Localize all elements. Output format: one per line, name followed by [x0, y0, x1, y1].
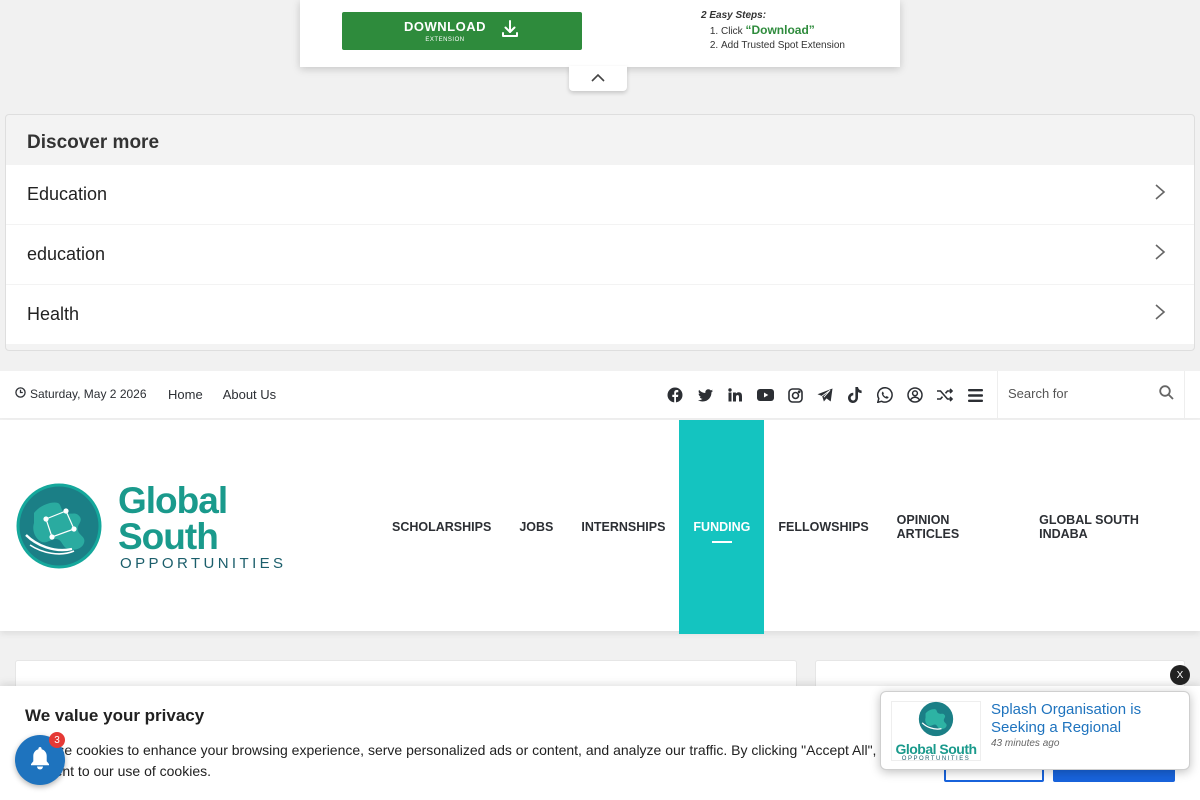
download-icon: [500, 19, 520, 44]
extension-label: EXTENSION: [425, 36, 465, 43]
discover-item-health[interactable]: Health: [6, 285, 1194, 344]
date-text: Saturday, May 2 2026: [30, 387, 147, 401]
bell-icon: [29, 746, 51, 775]
social-icons: [660, 384, 990, 406]
chevron-right-icon: [1154, 303, 1166, 326]
notification-badge: 3: [49, 732, 65, 748]
ad-collapse-button[interactable]: [569, 66, 627, 91]
current-date: Saturday, May 2 2026: [15, 387, 147, 401]
main-nav: SCHOLARSHIPS JOBS INTERNSHIPS FUNDING FE…: [378, 420, 1200, 634]
ad-step-2: Add Trusted Spot Extension: [721, 39, 845, 53]
nav-scholarships[interactable]: SCHOLARSHIPS: [378, 420, 505, 634]
login-icon[interactable]: [900, 384, 930, 406]
step1-prefix: Click: [721, 26, 746, 37]
top-bar: Saturday, May 2 2026 Home About Us: [0, 371, 1200, 419]
globe-logo-icon: [918, 701, 954, 742]
chevron-right-icon: [1154, 183, 1166, 206]
popup-thumbnail: Global South OPPORTUNITIES: [891, 701, 981, 762]
globe-logo-icon: [16, 483, 102, 574]
notification-popup[interactable]: Global South OPPORTUNITIES Splash Organi…: [880, 691, 1190, 770]
step1-highlight: “Download”: [745, 23, 815, 37]
cookie-text: We use cookies to enhance your browsing …: [25, 742, 903, 779]
discover-more-panel: Discover more Education education Health: [5, 114, 1195, 351]
popup-close-button[interactable]: X: [1170, 665, 1190, 685]
nav-global-south-indaba[interactable]: GLOBAL SOUTH INDABA: [1025, 420, 1200, 634]
search-icon[interactable]: [1159, 385, 1174, 405]
thumb-main-text: Global South: [895, 740, 977, 757]
discover-item-label: education: [27, 244, 106, 264]
sidebar-icon[interactable]: [960, 384, 990, 406]
site-header: Global South OPPORTUNITIES SCHOLARSHIPS …: [0, 420, 1200, 634]
cookie-title: We value your privacy: [25, 706, 205, 725]
nav-internships[interactable]: INTERNSHIPS: [567, 420, 679, 634]
discover-item-label: Health: [27, 304, 80, 324]
discover-item-label: Education: [27, 184, 108, 204]
nav-opinion-articles[interactable]: OPINION ARTICLES: [883, 420, 1025, 634]
site-logo[interactable]: Global South OPPORTUNITIES: [16, 480, 316, 574]
logo-main-text: Global South: [118, 480, 228, 557]
logo-sub-text: OPPORTUNITIES: [120, 555, 287, 572]
twitter-icon[interactable]: [690, 384, 720, 406]
discover-more-title: Discover more: [27, 132, 160, 153]
popup-title[interactable]: Splash Organisation is Seeking a Regiona…: [991, 701, 1181, 737]
ad-step-1: Click “Download”: [721, 23, 845, 39]
clock-icon: [15, 387, 26, 401]
popup-time: 43 minutes ago: [991, 738, 1060, 749]
search-input[interactable]: [1008, 386, 1148, 401]
instagram-icon[interactable]: [780, 384, 810, 406]
whatsapp-icon[interactable]: [870, 384, 900, 406]
top-menu: Home About Us: [168, 387, 276, 402]
facebook-icon[interactable]: [660, 384, 690, 406]
ad-steps-title: 2 Easy Steps:: [701, 10, 767, 21]
download-label: DOWNLOAD: [404, 18, 486, 34]
random-icon[interactable]: [930, 384, 960, 406]
youtube-icon[interactable]: [750, 384, 780, 406]
discover-item-education-lower[interactable]: education: [6, 225, 1194, 284]
nav-fellowships[interactable]: FELLOWSHIPS: [764, 420, 882, 634]
download-button-text: DOWNLOAD EXTENSION: [404, 20, 486, 43]
thumb-sub-text: OPPORTUNITIES: [901, 755, 971, 762]
chevron-up-icon: [590, 70, 606, 88]
ad-banner: DOWNLOAD EXTENSION 2 Easy Steps: Click “…: [300, 0, 900, 67]
download-extension-button[interactable]: DOWNLOAD EXTENSION: [342, 12, 582, 50]
chevron-right-icon: [1154, 243, 1166, 266]
discover-item-education[interactable]: Education: [6, 165, 1194, 224]
linkedin-icon[interactable]: [720, 384, 750, 406]
search-box: [997, 371, 1185, 418]
nav-jobs[interactable]: JOBS: [505, 420, 567, 634]
menu-home-link[interactable]: Home: [168, 387, 203, 402]
nav-funding[interactable]: FUNDING: [679, 420, 765, 634]
menu-about-link[interactable]: About Us: [223, 387, 276, 402]
tiktok-icon[interactable]: [840, 384, 870, 406]
telegram-icon[interactable]: [810, 384, 840, 406]
ad-steps: 2 Easy Steps: Click “Download” Add Trust…: [701, 10, 845, 53]
